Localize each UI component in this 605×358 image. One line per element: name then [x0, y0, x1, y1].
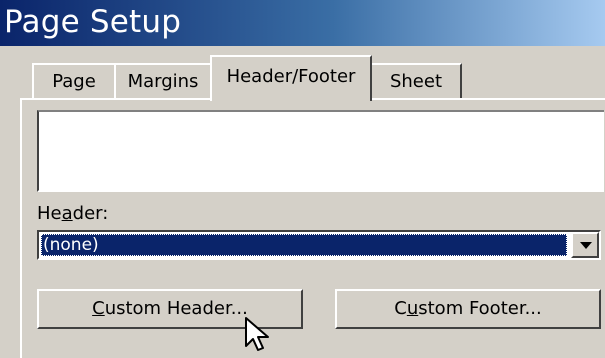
header-label-accel: a — [61, 203, 73, 224]
custom-footer-button[interactable]: Custom Footer... — [335, 289, 601, 329]
header-dropdown-button[interactable] — [571, 232, 599, 258]
tab-sheet-label: Sheet — [389, 71, 443, 92]
tab-sheet[interactable]: Sheet — [370, 63, 462, 99]
page-setup-dialog: Page Setup Page Margins Sheet Header/Foo… — [0, 0, 605, 358]
chevron-down-icon — [580, 242, 592, 249]
tab-page-label: Page — [52, 71, 96, 92]
custom-footer-pre: C — [394, 298, 407, 319]
header-dropdown[interactable]: (none) — [37, 230, 601, 260]
tab-header-footer[interactable]: Header/Footer — [210, 55, 372, 101]
header-label: Header: — [37, 203, 108, 224]
header-dropdown-value: (none) — [41, 234, 567, 256]
title-bar[interactable]: Page Setup — [0, 0, 605, 46]
custom-footer-label: stom Footer... — [418, 298, 542, 319]
tab-margins-label: Margins — [127, 71, 199, 92]
tab-page[interactable]: Page — [32, 63, 116, 99]
custom-header-label: ustom Header... — [104, 298, 248, 319]
header-label-post: der: — [72, 203, 109, 224]
header-preview-box — [37, 110, 604, 192]
window-title: Page Setup — [4, 4, 182, 40]
tab-margins[interactable]: Margins — [114, 63, 212, 99]
custom-header-accel: C — [92, 298, 105, 319]
header-label-pre: He — [37, 203, 62, 224]
mouse-pointer-icon — [245, 317, 269, 351]
custom-footer-accel: u — [406, 298, 419, 319]
tab-header-footer-label: Header/Footer — [226, 66, 356, 87]
